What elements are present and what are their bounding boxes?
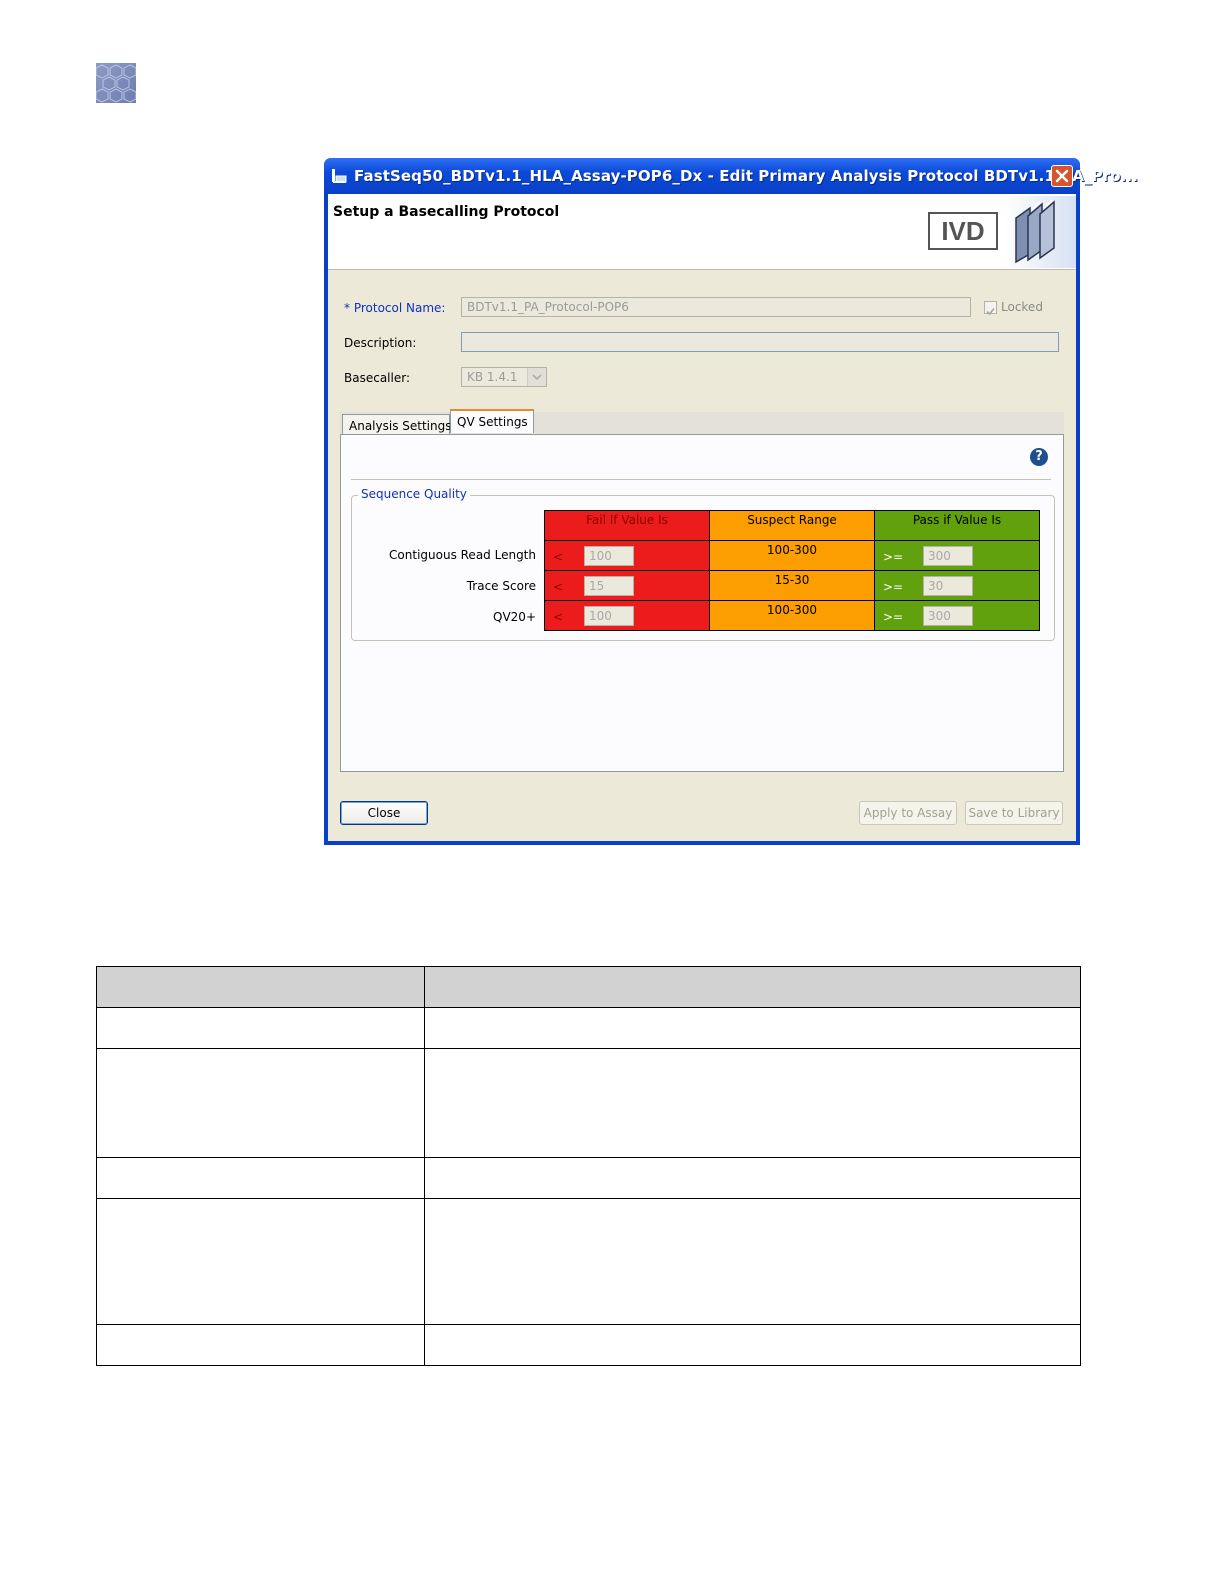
description-label: Description: bbox=[344, 336, 417, 350]
table-cell bbox=[96, 1007, 425, 1049]
table-cell bbox=[96, 1198, 425, 1325]
page-title: Setup a Basecalling Protocol bbox=[333, 204, 560, 220]
required-marker: * bbox=[344, 301, 350, 315]
table-cell bbox=[424, 1324, 1081, 1366]
table-header-cell bbox=[96, 966, 425, 1008]
dialog-window: FastSeq50_BDTv1.1_HLA_Assay-POP6_Dx - Ed… bbox=[324, 158, 1138, 845]
table-row bbox=[96, 1324, 1081, 1366]
divider bbox=[351, 479, 1051, 480]
library-books-icon bbox=[1004, 196, 1076, 268]
suspect-range: 15-30 bbox=[774, 573, 810, 587]
table-header-cell bbox=[424, 966, 1081, 1008]
suspect-range: 100-300 bbox=[766, 603, 818, 617]
save-to-library-button[interactable]: Save to Library bbox=[965, 801, 1063, 825]
description-input[interactable] bbox=[461, 332, 1059, 352]
sequence-quality-group: Sequence Quality Contiguous Read Length … bbox=[351, 487, 1055, 641]
basecaller-select[interactable]: KB 1.4.1 bbox=[461, 367, 547, 387]
chevron-down-icon[interactable] bbox=[527, 368, 546, 386]
table-cell bbox=[424, 1198, 1081, 1325]
pass-value-input[interactable]: 30 bbox=[923, 576, 973, 596]
header-fail: Fail If Value Is bbox=[544, 510, 710, 541]
fail-cell: < 100 bbox=[544, 600, 710, 631]
fail-operator: < bbox=[553, 580, 564, 594]
table-header-row bbox=[96, 966, 1081, 1008]
table-cell bbox=[424, 1048, 1081, 1158]
app-icon bbox=[330, 167, 348, 185]
table-row bbox=[96, 1007, 1081, 1049]
dialog-content: Setup a Basecalling Protocol IVD * Proto… bbox=[328, 194, 1076, 841]
pass-operator: >= bbox=[883, 550, 904, 564]
header-suspect: Suspect Range bbox=[709, 510, 875, 541]
group-title: Sequence Quality bbox=[358, 487, 470, 501]
logo-icon bbox=[96, 63, 136, 103]
suspect-cell: 100-300 bbox=[709, 600, 875, 631]
fail-value-input[interactable]: 100 bbox=[584, 546, 634, 566]
pass-value-input[interactable]: 300 bbox=[923, 546, 973, 566]
table-header-row: Fail If Value Is Suspect Range Pass if V… bbox=[544, 510, 1040, 541]
locked-label: Locked bbox=[1001, 300, 1043, 314]
fail-operator: < bbox=[553, 550, 564, 564]
table-row bbox=[96, 1157, 1081, 1199]
row-label-qv20: QV20+ bbox=[493, 610, 536, 624]
row-label-contiguous-read-length: Contiguous Read Length bbox=[389, 548, 536, 562]
fail-operator: < bbox=[553, 610, 564, 624]
apply-to-assay-button[interactable]: Apply to Assay bbox=[859, 801, 957, 825]
fail-value-input[interactable]: 100 bbox=[584, 606, 634, 626]
table-cell bbox=[96, 1157, 425, 1199]
close-icon[interactable] bbox=[1051, 165, 1073, 187]
basecaller-value: KB 1.4.1 bbox=[467, 370, 518, 384]
pass-cell: >= 300 bbox=[874, 540, 1040, 571]
fail-cell: < 15 bbox=[544, 570, 710, 601]
checkbox-checked-icon bbox=[986, 307, 995, 316]
pass-cell: >= 300 bbox=[874, 600, 1040, 631]
table-cell bbox=[424, 1007, 1081, 1049]
fail-cell: < 100 bbox=[544, 540, 710, 571]
table-row bbox=[96, 1198, 1081, 1325]
header-pass: Pass if Value Is bbox=[874, 510, 1040, 541]
reference-table bbox=[96, 966, 1081, 1366]
fail-value-input[interactable]: 15 bbox=[584, 576, 634, 596]
suspect-cell: 15-30 bbox=[709, 570, 875, 601]
pass-cell: >= 30 bbox=[874, 570, 1040, 601]
table-row: < 100 100-300 >= 300 bbox=[544, 600, 1040, 631]
protocol-name-input[interactable]: BDTv1.1_PA_Protocol-POP6 bbox=[461, 297, 971, 317]
close-button[interactable]: Close bbox=[340, 801, 428, 825]
table-cell bbox=[424, 1157, 1081, 1199]
dialog-header: Setup a Basecalling Protocol IVD bbox=[328, 194, 1076, 270]
basecaller-label: Basecaller: bbox=[344, 371, 410, 385]
protocol-name-label: * Protocol Name: bbox=[344, 301, 446, 315]
row-label-trace-score: Trace Score bbox=[466, 579, 536, 593]
table-row: < 100 100-300 >= 300 bbox=[544, 540, 1040, 571]
suspect-cell: 100-300 bbox=[709, 540, 875, 571]
suspect-range: 100-300 bbox=[766, 543, 818, 557]
tab-analysis-settings[interactable]: Analysis Settings bbox=[342, 414, 451, 435]
locked-checkbox[interactable] bbox=[984, 301, 997, 316]
table-row bbox=[96, 1048, 1081, 1158]
pass-value-input[interactable]: 300 bbox=[923, 606, 973, 626]
table-row: < 15 15-30 >= 30 bbox=[544, 570, 1040, 601]
help-icon[interactable]: ? bbox=[1030, 448, 1048, 466]
ivd-badge: IVD bbox=[928, 212, 998, 250]
qv-thresholds-table: Fail If Value Is Suspect Range Pass if V… bbox=[544, 510, 1040, 631]
table-cell bbox=[96, 1048, 425, 1158]
pass-operator: >= bbox=[883, 610, 904, 624]
tab-strip: Analysis Settings QV Settings bbox=[340, 409, 1064, 435]
table-cell bbox=[96, 1324, 425, 1366]
tab-qv-settings[interactable]: QV Settings bbox=[450, 409, 534, 433]
qv-settings-panel: ? Sequence Quality Contiguous Read Lengt… bbox=[340, 434, 1064, 772]
title-bar[interactable]: FastSeq50_BDTv1.1_HLA_Assay-POP6_Dx - Ed… bbox=[324, 158, 1138, 194]
pass-operator: >= bbox=[883, 580, 904, 594]
window-title: FastSeq50_BDTv1.1_HLA_Assay-POP6_Dx - Ed… bbox=[354, 167, 1139, 185]
